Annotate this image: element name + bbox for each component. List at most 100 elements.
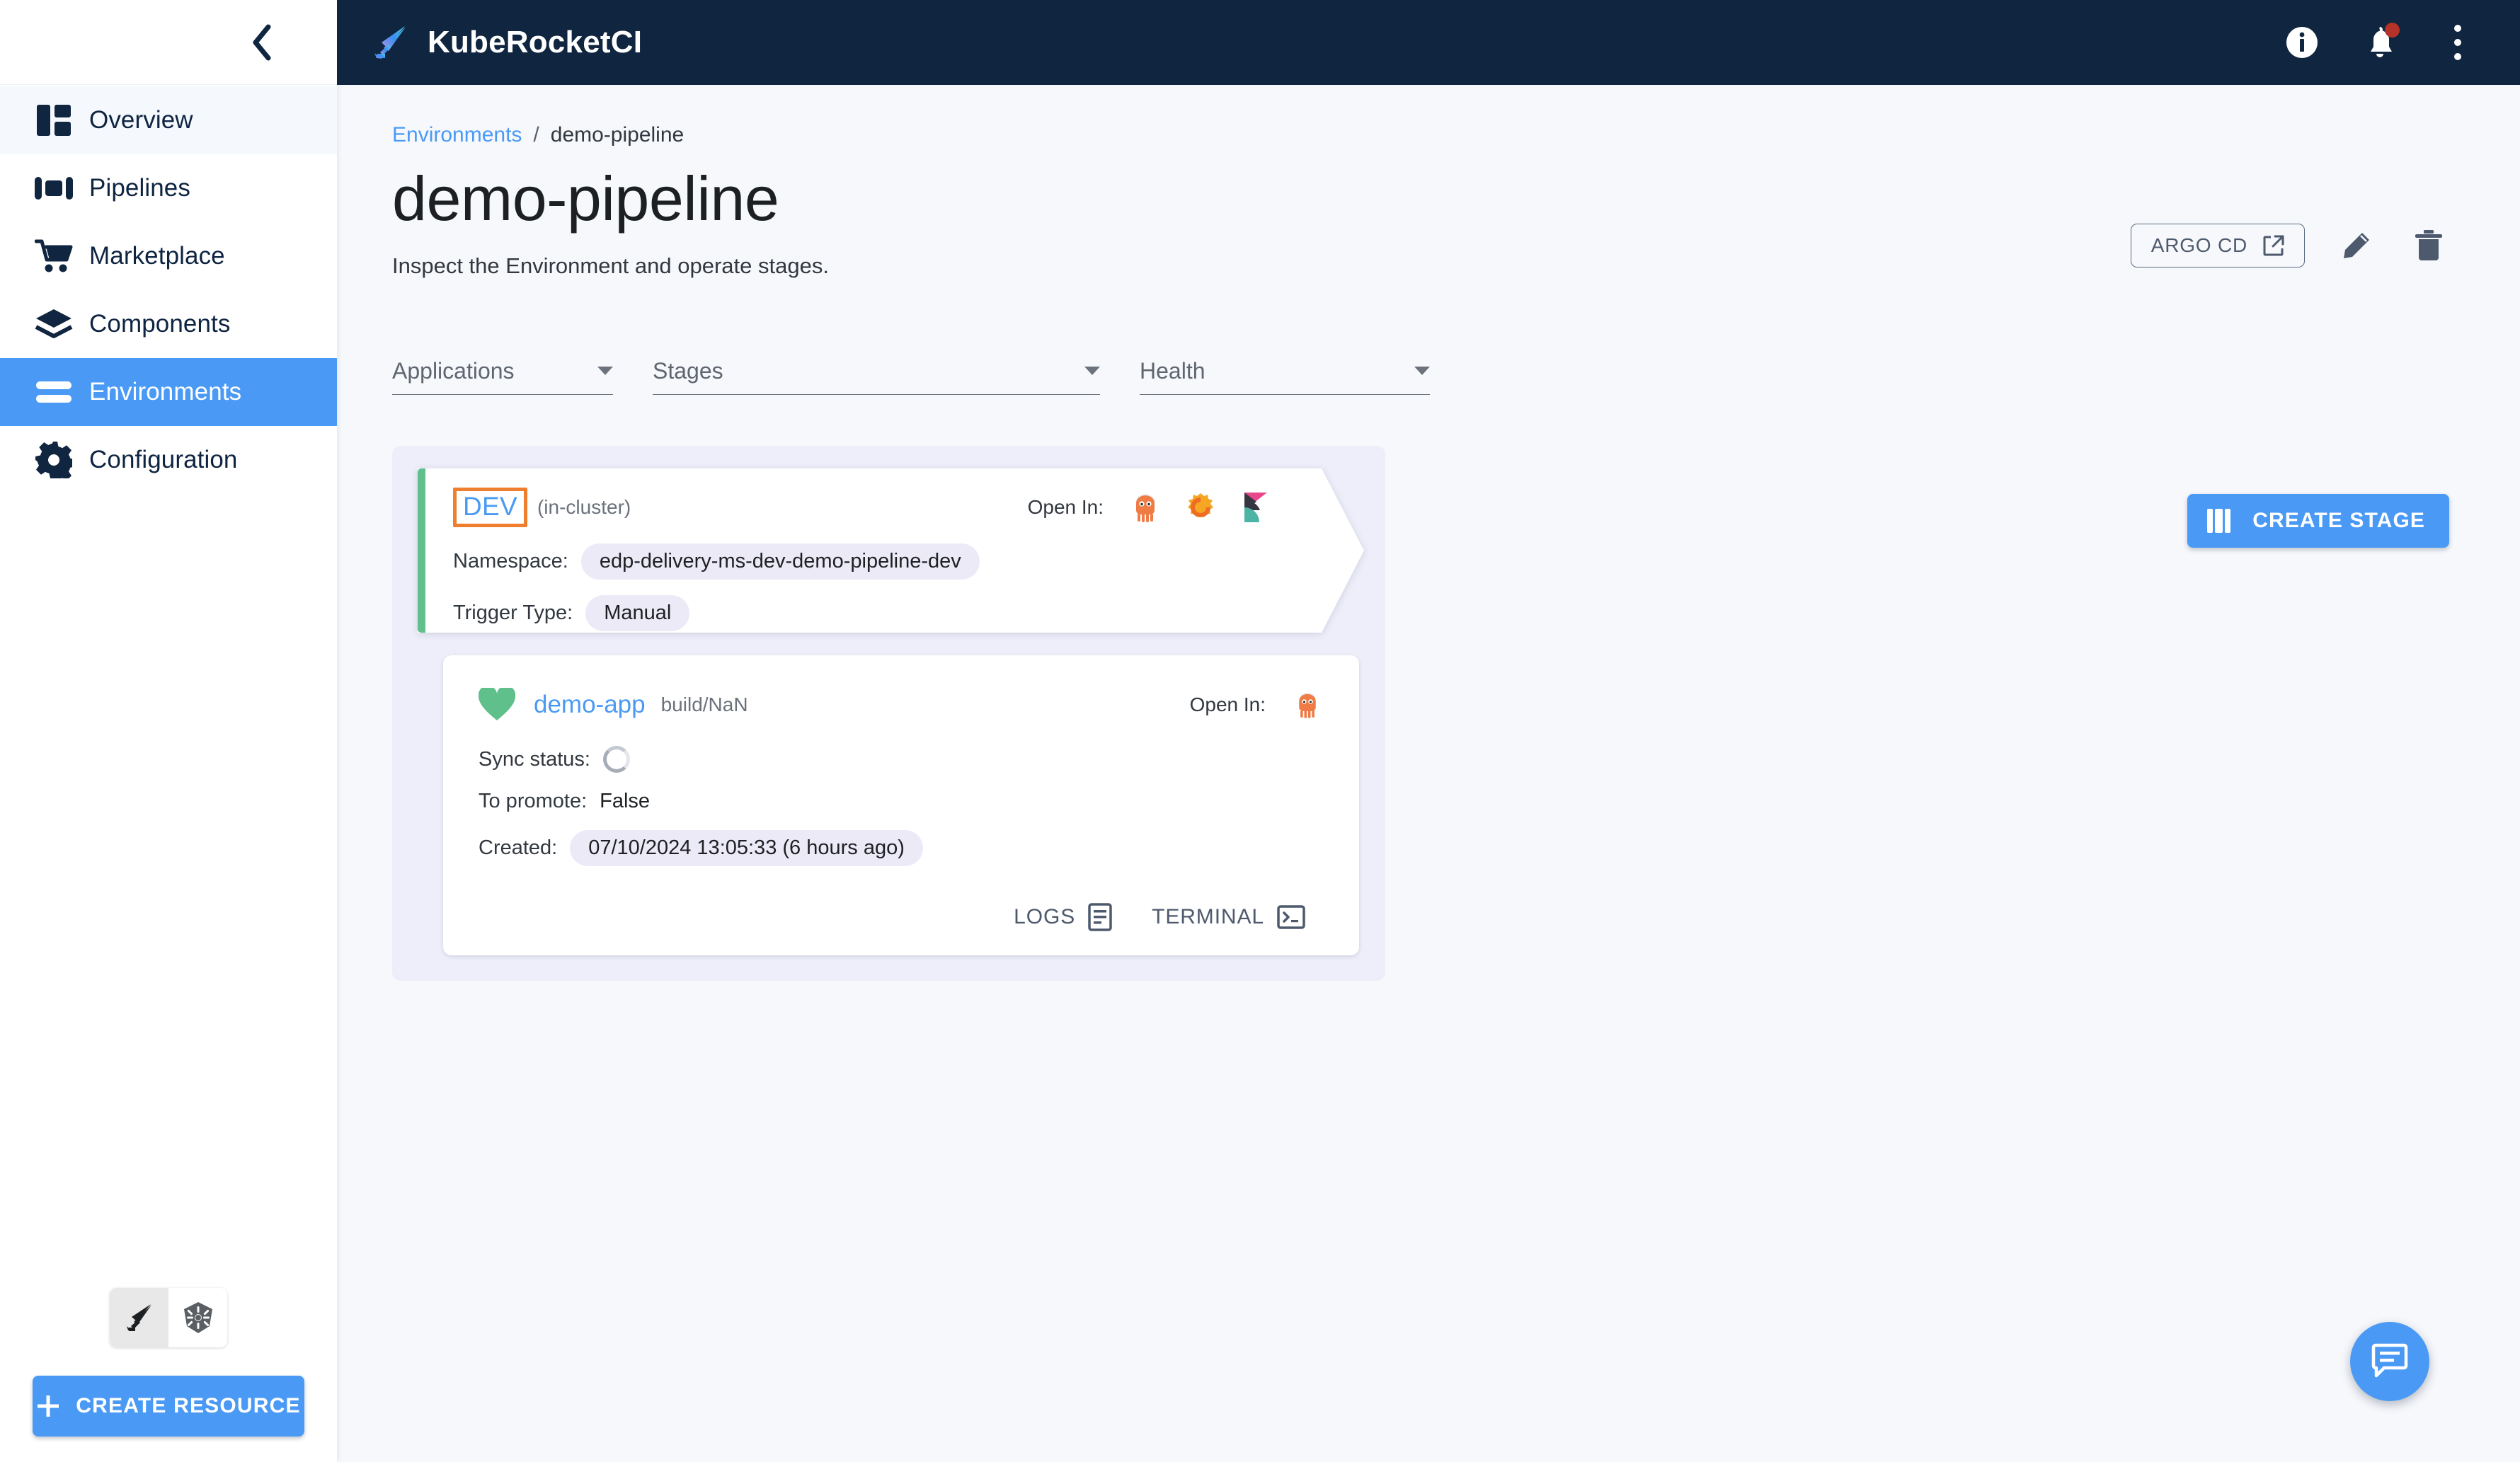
heart-icon (479, 687, 515, 723)
filter-health[interactable]: Health (1140, 358, 1430, 395)
kuberocketci-icon[interactable] (110, 1288, 168, 1347)
field-key: Created: (479, 836, 558, 859)
stage-card-body: DEV (in-cluster) Open In: Namespace: edp… (418, 468, 1364, 633)
filter-label: Applications (392, 358, 515, 384)
application-card-demo-app[interactable]: demo-app build/NaN Open In: Sync status:… (443, 655, 1359, 955)
chevron-left-icon[interactable] (242, 23, 282, 62)
grafana-icon[interactable] (1184, 491, 1217, 524)
stage-board: DEV (in-cluster) Open In: Namespace: edp… (392, 446, 1385, 981)
cart-icon (18, 238, 89, 274)
sidebar-item-pipelines[interactable]: Pipelines (0, 154, 337, 222)
sidebar-item-components[interactable]: Components (0, 290, 337, 358)
external-link-icon (2263, 235, 2284, 256)
field-key: Sync status: (479, 747, 590, 771)
sidebar-item-label: Overview (89, 106, 193, 134)
field-key: Trigger Type: (453, 602, 573, 624)
field-value: Manual (585, 595, 690, 631)
sidebar-nav: Overview Pipelines Marketplace Component… (0, 85, 337, 1288)
app-root: Overview Pipelines Marketplace Component… (0, 0, 2520, 1462)
sidebar-item-configuration[interactable]: Configuration (0, 426, 337, 494)
edit-button[interactable] (2336, 225, 2377, 266)
cluster-switch (110, 1288, 227, 1347)
brand-name: KubeRocketCI (428, 25, 643, 59)
sidebar-item-label: Environments (89, 378, 242, 405)
argo-cd-label: ARGO CD (2150, 234, 2247, 256)
logs-button[interactable]: LOGS (1014, 903, 1112, 931)
main-content: Environments / demo-pipeline demo-pipeli… (337, 85, 2520, 1462)
create-stage-button[interactable]: CREATE STAGE (2187, 494, 2449, 548)
breadcrumb-current: demo-pipeline (550, 123, 685, 146)
chat-bubble-icon (2371, 1343, 2408, 1378)
notification-badge (2385, 23, 2400, 38)
sidebar: Overview Pipelines Marketplace Component… (0, 0, 337, 1462)
terminal-label: TERMINAL (1152, 905, 1264, 928)
bell-icon[interactable] (2357, 20, 2402, 65)
filter-applications[interactable]: Applications (392, 358, 613, 395)
open-in-label: Open In: (1027, 496, 1104, 518)
create-resource-button[interactable]: CREATE RESOURCE (33, 1376, 304, 1437)
brand[interactable]: KubeRocketCI (337, 23, 642, 62)
field-value: edp-delivery-ms-dev-demo-pipeline-dev (580, 543, 980, 580)
application-open-in: Open In: (1190, 689, 1324, 721)
page-header-actions: ARGO CD (2130, 224, 2449, 267)
stage-name: DEV (463, 492, 517, 521)
sidebar-item-overview[interactable]: Overview (0, 86, 337, 154)
terminal-icon (1277, 905, 1305, 929)
filter-label: Health (1140, 358, 1205, 384)
filter-label: Stages (653, 358, 723, 384)
kibana-icon[interactable] (1239, 491, 1272, 524)
stage-name-link[interactable]: DEV (453, 488, 527, 527)
sidebar-footer: CREATE RESOURCE (0, 1288, 337, 1462)
create-resource-label: CREATE RESOURCE (76, 1394, 301, 1417)
stage-field-trigger-type: Trigger Type: Manual (453, 595, 1364, 631)
pencil-icon (2344, 233, 2369, 258)
breadcrumb-link-environments[interactable]: Environments (392, 123, 522, 147)
field-value: 07/10/2024 13:05:33 (6 hours ago) (570, 830, 923, 866)
trash-icon (2415, 230, 2442, 260)
create-stage-label: CREATE STAGE (2252, 509, 2425, 532)
dashboard-icon (18, 103, 89, 137)
stage-card-dev[interactable]: DEV (in-cluster) Open In: Namespace: edp… (418, 468, 1364, 633)
filters-bar: Applications Stages Health (392, 358, 2444, 395)
sync-status-spinner-icon (602, 746, 630, 773)
rocket-feather-logo (374, 26, 406, 59)
columns-icon (2207, 509, 2231, 533)
filter-stages[interactable]: Stages (653, 358, 1100, 395)
application-build: build/NaN (660, 693, 748, 715)
stage-open-in: Open In: (1028, 491, 1364, 524)
topbar-actions (2279, 20, 2520, 65)
plus-icon (38, 1395, 59, 1417)
argo-cd-button[interactable]: ARGO CD (2130, 224, 2305, 267)
stage-field-namespace: Namespace: edp-delivery-ms-dev-demo-pipe… (453, 543, 1364, 580)
chat-button[interactable] (2350, 1322, 2429, 1401)
sidebar-item-label: Components (89, 310, 231, 338)
application-field-created: Created: 07/10/2024 13:05:33 (6 hours ag… (479, 830, 1324, 866)
pipelines-icon (18, 174, 89, 202)
terminal-button[interactable]: TERMINAL (1152, 905, 1305, 929)
sidebar-item-marketplace[interactable]: Marketplace (0, 222, 337, 290)
argocd-icon[interactable] (1129, 491, 1162, 524)
application-name-link[interactable]: demo-app (534, 691, 646, 719)
sidebar-item-label: Configuration (89, 446, 238, 473)
sidebar-item-label: Pipelines (89, 174, 190, 202)
kubernetes-icon[interactable] (168, 1288, 227, 1347)
gear-icon (18, 442, 89, 478)
application-header: demo-app build/NaN Open In: (479, 684, 1324, 726)
field-key: Namespace: (453, 550, 568, 572)
chevron-down-icon (597, 366, 613, 375)
field-value: False (600, 790, 651, 812)
logs-label: LOGS (1014, 905, 1076, 928)
sidebar-item-environments[interactable]: Environments (0, 358, 337, 426)
sidebar-header (0, 0, 337, 85)
info-circle-icon[interactable] (2279, 20, 2325, 65)
delete-button[interactable] (2408, 225, 2449, 266)
argocd-icon[interactable] (1291, 689, 1324, 721)
field-key: To promote: (479, 790, 588, 812)
kebab-menu-icon[interactable] (2435, 20, 2480, 65)
breadcrumb: Environments / demo-pipeline (392, 123, 2444, 147)
layers-icon (18, 308, 89, 340)
stage-header: DEV (in-cluster) Open In: (453, 487, 1364, 528)
sidebar-item-label: Marketplace (89, 242, 225, 270)
breadcrumb-separator: / (533, 123, 539, 146)
chevron-down-icon (1084, 366, 1100, 375)
